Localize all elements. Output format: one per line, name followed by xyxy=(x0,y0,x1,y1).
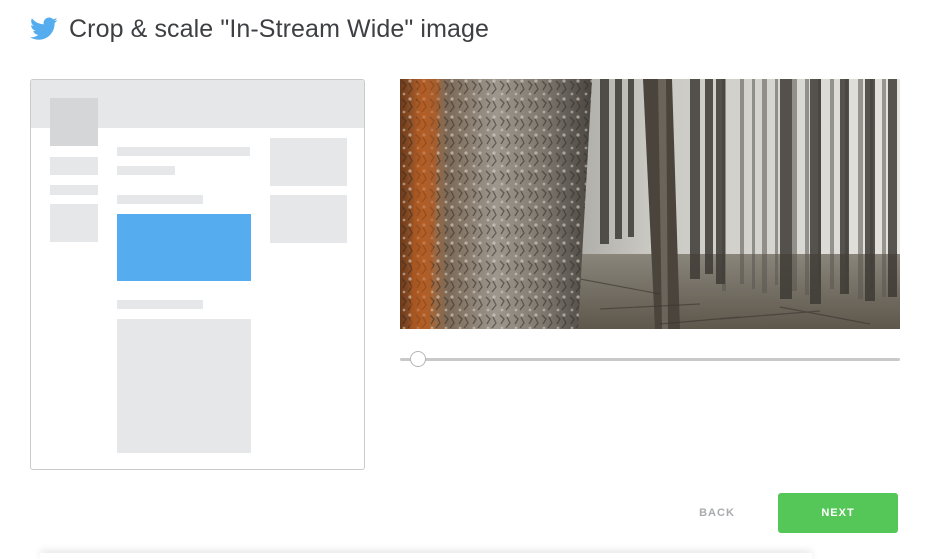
page-title: Crop & scale "In-Stream Wide" image xyxy=(69,14,490,43)
page-header: Crop & scale "In-Stream Wide" image xyxy=(30,12,489,46)
tweet-layout-preview xyxy=(30,79,365,470)
preview-sidebar-line xyxy=(50,185,98,195)
next-button[interactable]: NEXT xyxy=(778,493,898,533)
twitter-bird-icon xyxy=(30,17,58,41)
forest-photo xyxy=(400,79,900,329)
preview-text-line xyxy=(117,300,203,309)
back-button[interactable]: BACK xyxy=(680,493,754,533)
slider-thumb[interactable] xyxy=(410,351,426,367)
preview-sidebar-line xyxy=(50,157,98,175)
crop-image-area[interactable] xyxy=(400,79,900,329)
preview-right-block xyxy=(270,195,347,243)
preview-sidebar-block xyxy=(50,204,98,242)
bird-shape xyxy=(30,17,58,40)
preview-highlighted-image-slot xyxy=(117,214,251,281)
preview-text-line xyxy=(117,195,203,204)
slider-track[interactable] xyxy=(400,358,900,361)
zoom-slider[interactable] xyxy=(400,350,900,370)
modal-bottom-edge xyxy=(40,553,812,559)
preview-text-line xyxy=(117,147,250,156)
preview-content-block xyxy=(117,319,251,453)
preview-right-block xyxy=(270,138,347,186)
preview-avatar xyxy=(50,98,98,146)
preview-text-line xyxy=(117,166,175,175)
